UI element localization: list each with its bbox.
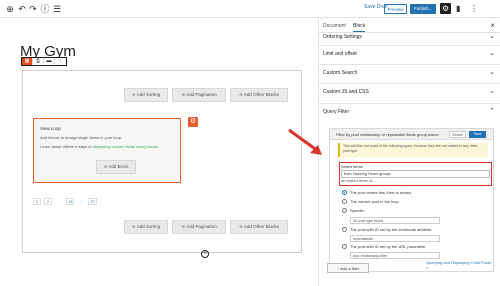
- annotation-arrow-icon: [288, 128, 322, 155]
- redo-icon[interactable]: ↷: [27, 3, 39, 15]
- block-more-icon[interactable]: ⋮: [55, 58, 66, 65]
- page-ellipsis: ...: [57, 198, 61, 203]
- add-other-blocks-label: Add Other Blocks: [243, 224, 279, 229]
- page-link[interactable]: 1: [33, 198, 41, 205]
- section-custom-search[interactable]: Custom Search ⌄: [319, 65, 500, 84]
- page-link[interactable]: 27: [88, 198, 97, 205]
- more-options-icon[interactable]: ⋮: [470, 3, 478, 15]
- radio-label: The current post in the loop: [350, 199, 399, 204]
- chevron-down-icon: ⌄: [489, 88, 495, 95]
- save-filter-button[interactable]: Save: [469, 131, 486, 138]
- radio-icon: [342, 190, 347, 195]
- list-view-icon[interactable]: ☰: [51, 3, 63, 15]
- add-sorting-button-top[interactable]: ⊕Add Sorting: [124, 88, 168, 102]
- add-other-blocks-button-top[interactable]: ⊕Add Other Blocks: [230, 88, 288, 102]
- chevron-down-icon: ⌄: [489, 33, 495, 40]
- view-loop-settings-icon[interactable]: ⚙: [188, 117, 198, 127]
- add-other-blocks-label: Add Other Blocks: [243, 92, 279, 97]
- section-label: Ordering Settings: [323, 34, 362, 40]
- add-filter-button[interactable]: +Add a filter: [327, 263, 369, 273]
- shortcode-attr-input[interactable]: wpvrelatedto: [350, 235, 440, 242]
- print-icon[interactable]: ⎙: [33, 58, 44, 65]
- radio-shortcode-attr[interactable]: The post with ID set by the shortcode at…: [342, 227, 432, 232]
- url-param-input[interactable]: wpv-relationship-filter: [350, 252, 440, 259]
- add-pagination-button-top[interactable]: ⊕Add Pagination: [172, 88, 226, 102]
- view-loop-learn-link[interactable]: displaying custom fields using blocks.: [93, 144, 159, 149]
- info-icon[interactable]: ⓘ: [39, 3, 51, 15]
- view-loop-learn: Learn about different ways of displaying…: [40, 144, 159, 149]
- docs-link[interactable]: Querying and Displaying Child Posts »: [426, 260, 493, 270]
- section-label: Limit and offset: [323, 51, 357, 57]
- chevron-down-icon: ⌄: [489, 50, 495, 57]
- radio-specific[interactable]: Specific:: [342, 208, 365, 213]
- filter-warning-note: This will filter out posts of the follow…: [338, 143, 488, 157]
- filter-header-text: Filter by post relationship or repeatabl…: [336, 132, 439, 137]
- view-loop-block[interactable]: View Loop Add blocks to design single it…: [33, 118, 181, 183]
- chevron-up-icon: ⌃: [489, 108, 495, 115]
- section-custom-js-css[interactable]: Custom JS and CSS ⌄: [319, 84, 500, 104]
- add-pagination-label: Add Pagination: [186, 92, 217, 97]
- add-sorting-button-bottom[interactable]: ⊕Add Sorting: [124, 220, 168, 234]
- section-label: Query Filter: [323, 109, 350, 115]
- publish-button[interactable]: Publish...: [410, 4, 436, 14]
- relationship-filter-box: Filter by post relationship or repeatabl…: [329, 128, 494, 272]
- page-link[interactable]: 2: [44, 198, 52, 205]
- add-block-icon[interactable]: ⊕: [4, 3, 16, 15]
- specific-post-select[interactable]: No post type found: [350, 217, 440, 224]
- add-sorting-label: Add Sorting: [136, 224, 161, 229]
- section-ordering-settings[interactable]: Ordering Settings ⌄: [319, 29, 500, 46]
- radio-icon: [342, 199, 347, 204]
- settings-gear-icon[interactable]: ⚙: [440, 3, 451, 14]
- add-pagination-button-bottom[interactable]: ⊕Add Pagination: [172, 220, 226, 234]
- inserter-plus-icon[interactable]: +: [201, 250, 209, 258]
- radio-current-page[interactable]: The post where this View is shown: [342, 190, 411, 195]
- section-query-filter[interactable]: Query Filter ⌃: [319, 104, 500, 124]
- add-sorting-label: Add Sorting: [136, 92, 161, 97]
- editor-topbar: ⊕ ↶ ↷ ⓘ ☰ Save Draft Preview Publish... …: [0, 0, 500, 18]
- radio-current-post[interactable]: The current post in the loop: [342, 199, 399, 204]
- preview-button[interactable]: Preview: [384, 4, 407, 14]
- views-block-icon[interactable]: ▦: [22, 58, 33, 65]
- section-limit-offset[interactable]: Limit and offset ⌄: [319, 46, 500, 65]
- add-block-label: Add Block: [108, 164, 129, 169]
- page-ellipsis: ...: [79, 198, 84, 203]
- add-filter-label: Add a filter: [340, 266, 360, 271]
- section-label: Custom JS and CSS: [323, 89, 369, 95]
- pagination-preview: 1 2 ... 13 ... 27: [33, 198, 97, 205]
- delete-filter-button[interactable]: Delete: [449, 131, 466, 138]
- section-label: Custom Search: [323, 70, 358, 76]
- settings-sidebar: Document Block × Ordering Settings ⌄ Lim…: [318, 19, 500, 286]
- radio-icon: [342, 244, 347, 249]
- view-loop-title: View Loop: [40, 126, 61, 131]
- add-other-blocks-button-bottom[interactable]: ⊕Add Other Blocks: [230, 220, 288, 234]
- chevron-down-icon: ⌄: [489, 69, 495, 76]
- add-block-button[interactable]: ⊕Add Block: [96, 160, 136, 174]
- radio-label: The post with ID set by the URL paramete…: [350, 244, 426, 249]
- radio-label: The post with ID set by the shortcode at…: [350, 227, 432, 232]
- radio-icon: [342, 227, 347, 232]
- add-pagination-label: Add Pagination: [186, 224, 217, 229]
- toolset-icon[interactable]: ▮: [456, 3, 460, 15]
- radio-label: The post where this View is shown: [350, 190, 412, 195]
- view-loop-text: Add blocks to design single items in you…: [40, 135, 123, 140]
- highlight-box: [339, 162, 492, 186]
- radio-url-param[interactable]: The post with ID set by the URL paramete…: [342, 244, 426, 249]
- radio-icon: [342, 208, 347, 213]
- page-link[interactable]: 13: [66, 198, 75, 205]
- view-loop-learn-prefix: Learn about different ways of: [40, 144, 93, 149]
- block-toolbar: ▦ ⎙ ▬ ⋮: [21, 57, 67, 66]
- radio-label: Specific:: [350, 208, 366, 213]
- filter-header: Filter by post relationship or repeatabl…: [330, 129, 493, 140]
- block-type-icon[interactable]: ▬: [44, 58, 55, 65]
